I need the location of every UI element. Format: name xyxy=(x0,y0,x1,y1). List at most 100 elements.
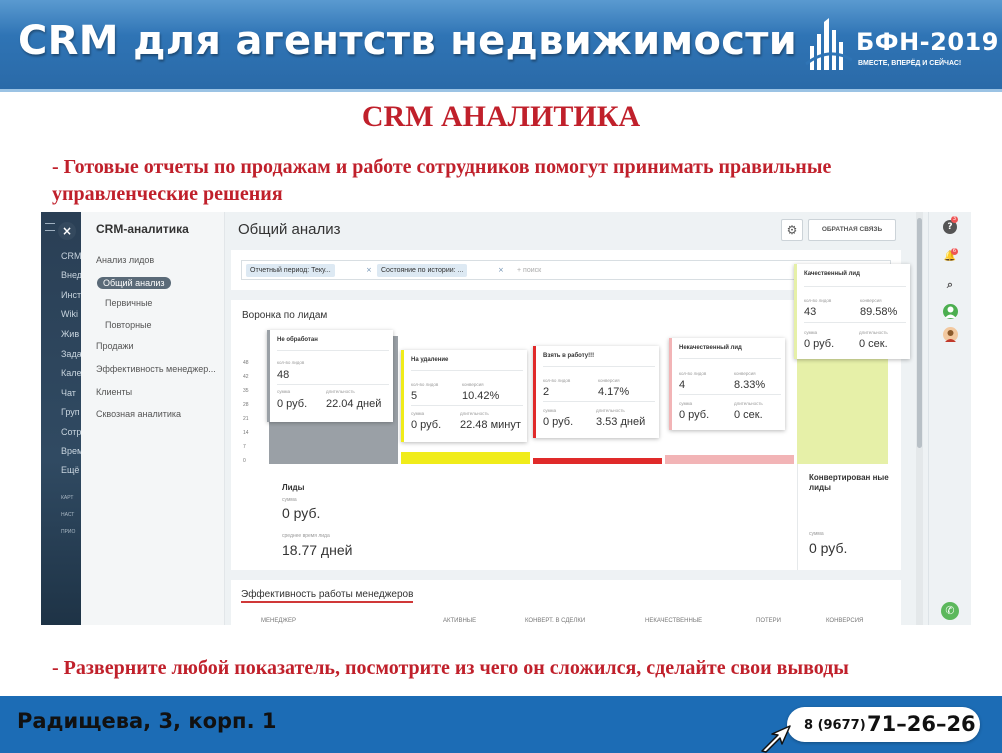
column-header[interactable]: МЕНЕДЖЕР xyxy=(261,618,296,624)
divider xyxy=(797,464,798,570)
stage-count: 4 xyxy=(679,379,686,391)
stage-conversion: 89.58% xyxy=(860,306,898,318)
column-header[interactable]: ПОТЕРИ xyxy=(756,618,781,624)
divider xyxy=(411,370,523,371)
stage-duration-label: длительность xyxy=(734,401,763,406)
sidebar-item-clients[interactable]: Клиенты xyxy=(96,387,132,397)
stage-card-not-processed[interactable]: Не обработан кол-во лидов 48 сумма 0 руб… xyxy=(267,330,393,422)
left-nav-item[interactable]: Инст xyxy=(61,290,81,300)
divider xyxy=(543,401,655,402)
sidebar-item-general-analysis[interactable]: Общий анализ xyxy=(97,277,171,289)
stage-card-good[interactable]: Качественный лид кол-во лидов 43 конверс… xyxy=(794,264,910,359)
building-logo-icon xyxy=(805,18,853,70)
left-nav-item[interactable]: Груп xyxy=(61,407,80,417)
stage-sum-label: сумма xyxy=(277,389,291,394)
stage-sum: 0 руб. xyxy=(411,419,442,431)
left-nav-item[interactable]: Сотр xyxy=(61,427,81,437)
column-header[interactable]: НЕКАЧЕСТВЕННЫЕ xyxy=(645,618,702,624)
y-tick: 42 xyxy=(243,374,249,380)
left-nav-small-item[interactable]: ПРИО xyxy=(61,529,75,535)
funnel-bar-bad[interactable] xyxy=(665,455,794,464)
settings-button[interactable]: ⚙ xyxy=(781,219,803,241)
stage-conversion-label: конверсия xyxy=(860,298,882,303)
left-nav-item[interactable]: Зада xyxy=(61,349,82,359)
scrollbar-thumb[interactable] xyxy=(917,218,922,448)
stage-duration-label: длительность xyxy=(460,411,489,416)
phone-pill: 8 (9677) 71–26–26 xyxy=(787,707,980,742)
left-nav-small-item[interactable]: НАСТ xyxy=(61,512,74,518)
converted-sum: 0 руб. xyxy=(809,540,848,556)
sidebar-title: CRM-аналитика xyxy=(96,222,189,236)
crm-screenshot: × CRM Внед Инст Wiki Жив Зада Кале Чат Г… xyxy=(41,212,971,625)
stage-title: Качественный лид xyxy=(804,271,860,277)
manager-efficiency-title[interactable]: Эффективность работы менеджеров xyxy=(241,589,414,603)
left-nav-item[interactable]: Кале xyxy=(61,368,82,378)
column-header[interactable]: КОНВЕРСИЯ xyxy=(826,618,863,624)
stage-card-taken[interactable]: Взять в работу!!! кол-во лидов 2 конверс… xyxy=(533,346,659,438)
filter-chip-period[interactable]: Отчетный период: Теку... xyxy=(246,264,335,277)
phone-number: 71–26–26 xyxy=(867,712,976,736)
stage-sum: 0 руб. xyxy=(679,409,710,421)
left-nav: × CRM Внед Инст Wiki Жив Зада Кале Чат Г… xyxy=(41,212,83,625)
left-nav-small-item[interactable]: КАРТ xyxy=(61,495,73,501)
sidebar-item-primary[interactable]: Первичные xyxy=(105,298,152,308)
stage-count: 2 xyxy=(543,386,550,398)
left-nav-item[interactable]: CRM xyxy=(61,251,82,261)
stage-conversion: 8.33% xyxy=(734,379,766,391)
converted-leads-label: Конвертирован ные лиды xyxy=(809,473,889,492)
stage-duration-label: длительность xyxy=(859,330,888,335)
chip-close-icon[interactable]: × xyxy=(366,264,372,277)
right-toolbar: ? 3 🔔 6 ⌕ ✆ xyxy=(928,212,971,625)
menu-icon[interactable] xyxy=(45,223,55,231)
divider xyxy=(804,322,906,323)
divider xyxy=(543,366,655,367)
bullet-point-2: - Разверните любой показатель, посмотрит… xyxy=(52,657,849,679)
search-icon[interactable]: ⌕ xyxy=(943,278,957,292)
left-nav-item[interactable]: Ещё xyxy=(61,465,79,475)
stage-title: Не обработан xyxy=(277,337,318,343)
divider xyxy=(679,394,781,395)
funnel-bar-taken[interactable] xyxy=(533,458,662,464)
stage-card-bad[interactable]: Некачественный лид кол-во лидов 4 конвер… xyxy=(669,338,785,430)
stage-conversion: 4.17% xyxy=(598,386,630,398)
stage-card-removal[interactable]: На удаление кол-во лидов 5 конверсия 10.… xyxy=(401,350,527,442)
left-nav-item[interactable]: Чат xyxy=(61,388,76,398)
funnel-bar-removal[interactable] xyxy=(401,452,530,464)
stage-duration: 3.53 дней xyxy=(596,416,646,428)
column-header[interactable]: КОНВЕРТ. В СДЕЛКИ xyxy=(525,618,585,624)
sidebar-item-manager-efficiency[interactable]: Эффективность менеджер... xyxy=(96,364,216,374)
sidebar-item-lead-analysis[interactable]: Анализ лидов xyxy=(96,255,154,265)
divider xyxy=(277,350,389,351)
feedback-button[interactable]: ОБРАТНАЯ СВЯЗЬ xyxy=(808,219,896,241)
phone-icon[interactable]: ✆ xyxy=(941,602,959,620)
stage-sum: 0 руб. xyxy=(804,338,835,350)
close-icon[interactable]: × xyxy=(58,222,76,240)
column-header[interactable]: АКТИВНЫЕ xyxy=(443,618,476,624)
filter-chip-history[interactable]: Состояние по истории: ... xyxy=(377,264,468,277)
stage-conversion-label: конверсия xyxy=(734,371,756,376)
chip-close-icon[interactable]: × xyxy=(498,264,504,277)
y-tick: 48 xyxy=(243,360,249,366)
funnel-bar-good[interactable] xyxy=(797,348,888,464)
page-title: Общий анализ xyxy=(238,221,341,238)
left-nav-item[interactable]: Внед xyxy=(61,270,82,280)
stage-duration: 0 сек. xyxy=(859,338,888,350)
avatar[interactable] xyxy=(943,304,958,319)
divider xyxy=(679,358,781,359)
sidebar-item-repeat[interactable]: Повторные xyxy=(105,320,152,330)
stage-title: Некачественный лид xyxy=(679,345,742,351)
avatar[interactable] xyxy=(943,327,958,342)
left-nav-item[interactable]: Жив xyxy=(61,329,79,339)
bfn-logo: БФН-2019 ВМЕСТЕ, ВПЕРЁД И СЕЙЧАС! xyxy=(804,16,998,76)
stage-duration-label: длительность xyxy=(326,389,355,394)
sidebar-item-sales[interactable]: Продажи xyxy=(96,341,134,351)
y-tick: 21 xyxy=(243,416,249,422)
left-nav-item[interactable]: Врем xyxy=(61,446,83,456)
leads-sum-label: сумма xyxy=(282,497,297,503)
bell-badge: 6 xyxy=(951,248,958,255)
search-input[interactable]: + поиск xyxy=(517,264,541,277)
left-nav-item[interactable]: Wiki xyxy=(61,309,78,319)
divider xyxy=(277,384,389,385)
sidebar-item-through-analytics[interactable]: Сквозная аналитика xyxy=(96,409,181,419)
presentation-slide: CRM для агентств недвижимости БФН-2019 В… xyxy=(0,0,1002,753)
